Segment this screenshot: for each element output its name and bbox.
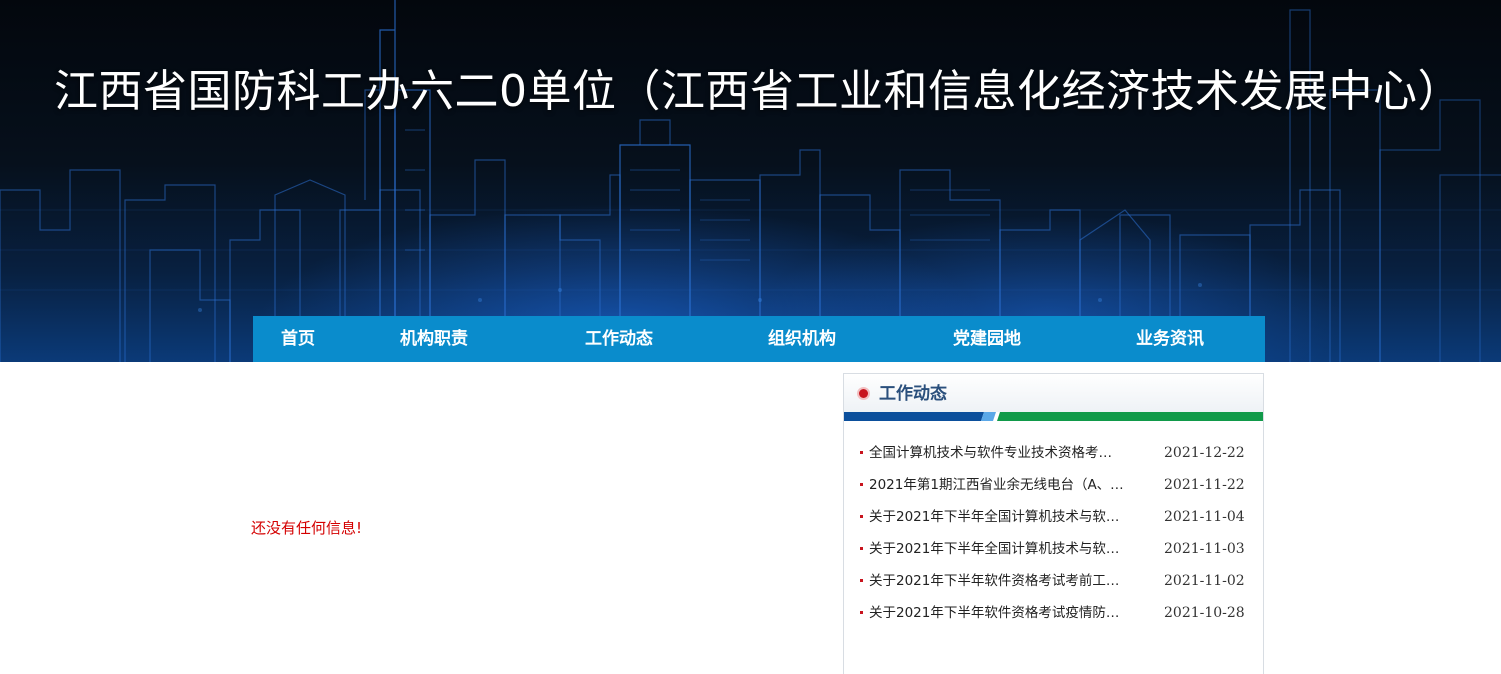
square-bullet-icon <box>860 483 863 486</box>
nav-item-organization-duties[interactable]: 机构职责 <box>400 316 468 362</box>
news-item[interactable]: 关于2021年下半年软件资格考试考前工… 2021-11-02 <box>844 572 1263 604</box>
square-bullet-icon <box>860 451 863 454</box>
news-date: 2021-12-22 <box>1164 445 1245 461</box>
city-skyline-illustration <box>0 0 1501 362</box>
news-title[interactable]: 关于2021年下半年全国计算机技术与软… <box>869 508 1125 526</box>
square-bullet-icon <box>860 579 863 582</box>
news-title[interactable]: 关于2021年下半年全国计算机技术与软… <box>869 540 1125 558</box>
panel-header-stripe <box>844 412 1263 421</box>
site-title: 江西省国防科工办六二0单位（江西省工业和信息化经济技术发展中心） <box>54 66 1462 117</box>
square-bullet-icon <box>860 547 863 550</box>
news-list: 全国计算机技术与软件专业技术资格考… 2021-12-22 2021年第1期江西… <box>844 444 1263 636</box>
news-date: 2021-11-04 <box>1164 509 1245 525</box>
nav-item-party-building[interactable]: 党建园地 <box>953 316 1021 362</box>
news-item[interactable]: 关于2021年下半年全国计算机技术与软… 2021-11-03 <box>844 540 1263 572</box>
nav-item-work-news[interactable]: 工作动态 <box>585 316 653 362</box>
news-title[interactable]: 全国计算机技术与软件专业技术资格考… <box>869 444 1125 462</box>
news-item[interactable]: 2021年第1期江西省业余无线电台（A、… 2021-11-22 <box>844 476 1263 508</box>
news-date: 2021-10-28 <box>1164 605 1245 621</box>
panel-title[interactable]: 工作动态 <box>879 382 947 406</box>
empty-message: 还没有任何信息! <box>251 519 363 537</box>
work-news-panel: 工作动态 全国计算机技术与软件专业技术资格考… 2021-12-22 2021年… <box>843 373 1264 674</box>
news-title[interactable]: 关于2021年下半年软件资格考试疫情防… <box>869 604 1125 622</box>
square-bullet-icon <box>860 515 863 518</box>
nav-item-business-news[interactable]: 业务资讯 <box>1136 316 1204 362</box>
news-item[interactable]: 关于2021年下半年全国计算机技术与软… 2021-11-04 <box>844 508 1263 540</box>
news-date: 2021-11-02 <box>1164 573 1245 589</box>
nav-item-home[interactable]: 首页 <box>281 316 315 362</box>
panel-header: 工作动态 <box>844 374 1263 412</box>
circle-arrow-icon <box>859 389 868 398</box>
news-title[interactable]: 2021年第1期江西省业余无线电台（A、… <box>869 476 1125 494</box>
news-date: 2021-11-22 <box>1164 477 1245 493</box>
nav-item-organization-structure[interactable]: 组织机构 <box>768 316 836 362</box>
main-nav: 首页 机构职责 工作动态 组织机构 党建园地 业务资讯 <box>253 316 1265 362</box>
square-bullet-icon <box>860 611 863 614</box>
site-banner: 江西省国防科工办六二0单位（江西省工业和信息化经济技术发展中心） <box>0 0 1501 362</box>
news-item[interactable]: 关于2021年下半年软件资格考试疫情防… 2021-10-28 <box>844 604 1263 636</box>
news-item[interactable]: 全国计算机技术与软件专业技术资格考… 2021-12-22 <box>844 444 1263 476</box>
news-title[interactable]: 关于2021年下半年软件资格考试考前工… <box>869 572 1125 590</box>
news-date: 2021-11-03 <box>1164 541 1245 557</box>
